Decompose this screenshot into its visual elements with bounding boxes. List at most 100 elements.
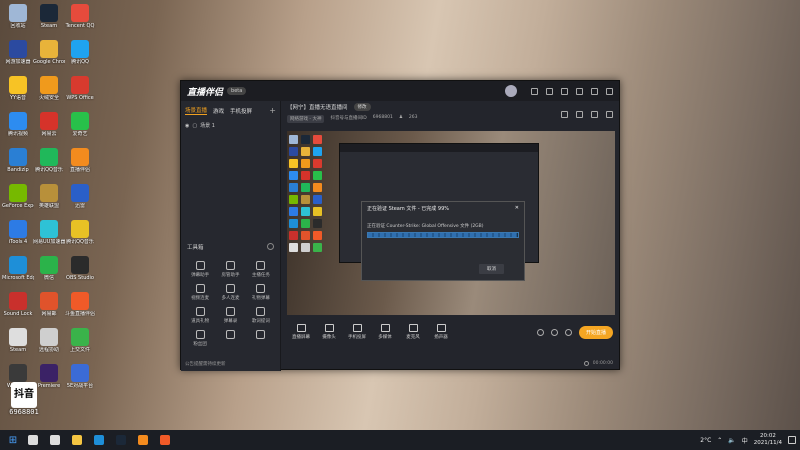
start-menu-icon[interactable]: ⊞ (4, 435, 22, 446)
taskbar-explorer-icon[interactable] (69, 433, 85, 447)
desktop-icon[interactable]: 网游加速器 (2, 40, 34, 65)
toolbox-item[interactable]: 弹幕助手 (185, 261, 215, 278)
notification-icon[interactable] (788, 436, 796, 444)
desktop-icon[interactable]: 腾讯QQ (64, 40, 96, 65)
live-watermark: 抖音 6968801 (4, 382, 44, 416)
edit-room-button[interactable]: 修改 (353, 103, 371, 111)
desktop-icon[interactable]: Google Chrome (33, 40, 65, 65)
desktop-icon[interactable]: iTools 4 (2, 220, 34, 245)
close-icon[interactable]: ✕ (515, 205, 519, 212)
desktop-icon[interactable]: Steam (33, 4, 65, 29)
toolbox-more-icon[interactable] (267, 243, 274, 250)
desktop-icon[interactable]: 英雄联盟 (33, 184, 65, 209)
taskbar-edge-icon[interactable] (91, 433, 107, 447)
desktop-icon[interactable]: WPS Office (64, 76, 96, 101)
desktop-icon[interactable]: Steam (2, 328, 34, 353)
gear-icon[interactable] (564, 328, 572, 336)
desktop-icon[interactable]: 斗鱼直播伴侣 (64, 292, 96, 317)
desktop-icon[interactable]: 微信 (33, 256, 65, 281)
toolbox-item[interactable]: 歌词提词 (246, 307, 276, 324)
speaker-button[interactable]: 扬声器 (427, 324, 455, 340)
desktop-icon[interactable]: 网易邮 (33, 292, 65, 317)
tool-icon (256, 330, 266, 339)
desktop-icon[interactable]: Microsoft Edge (2, 256, 34, 281)
avatar[interactable] (505, 85, 517, 97)
toolbox-item[interactable]: 房管助手 (215, 261, 245, 278)
camera-source-button[interactable]: 摄像头 (315, 324, 343, 340)
toolbox-item[interactable]: 道具礼物 (185, 307, 215, 324)
ime-indicator[interactable]: 中 (742, 436, 748, 445)
toolbox-item[interactable] (246, 330, 276, 347)
stream-preview[interactable]: 正在验证 Steam 文件 - 已完成 99% ✕ 正在验证 Counter-S… (287, 131, 615, 315)
taskbar-search-icon[interactable] (25, 433, 41, 447)
message-icon[interactable] (531, 87, 538, 95)
scene-row[interactable]: ◉ ▢ 场景 1 (181, 120, 280, 131)
pin-icon[interactable] (591, 111, 598, 118)
menu-icon[interactable] (561, 87, 568, 95)
maximize-icon[interactable] (591, 87, 598, 95)
toolbox-item[interactable] (215, 330, 245, 347)
lock-icon[interactable] (576, 111, 583, 118)
toolbox-item[interactable]: 礼物弹幕 (246, 284, 276, 301)
version-badge[interactable]: beta (227, 87, 247, 95)
desktop-icon[interactable]: 网易云 (33, 112, 65, 137)
phone-cast-button[interactable]: 手机投屏 (343, 324, 371, 340)
toolbox-item[interactable]: 多人连麦 (215, 284, 245, 301)
microphone-button[interactable]: 麦克风 (399, 324, 427, 340)
taskbar-steam-icon[interactable] (113, 433, 129, 447)
screen-source-button[interactable]: 直播屏幕 (287, 324, 315, 340)
desktop-icon[interactable]: OBS Studio (64, 256, 96, 281)
tab-phone-cast[interactable]: 手机投屏 (230, 107, 252, 115)
desktop-icon[interactable]: 爱奇艺 (64, 112, 96, 137)
desktop-icon[interactable]: 直播伴侣 (64, 148, 96, 173)
taskbar-live-companion-icon[interactable] (135, 433, 151, 447)
clock[interactable]: 20:02 2021/11/4 (754, 433, 782, 447)
desktop-icon[interactable]: 远程协助 (33, 328, 65, 353)
desktop-icon[interactable]: Tencent QQ (64, 4, 96, 29)
room-category[interactable]: 网络游戏 - 大神 (287, 115, 325, 123)
left-footer[interactable]: 公告提醒需持续更新 (185, 361, 226, 367)
gift-icon[interactable] (561, 111, 568, 118)
cancel-button[interactable]: 取消 (479, 264, 504, 274)
weather[interactable]: 2°C (700, 437, 711, 444)
desktop-icon[interactable]: 腾讯QQ音乐 (64, 220, 96, 245)
taskbar-orange-app-icon[interactable] (157, 433, 173, 447)
toolbox-item[interactable]: 弹幕录 (215, 307, 245, 324)
desktop-icon[interactable]: YY语音 (2, 76, 34, 101)
desktop-icon[interactable]: 上交文件 (64, 328, 96, 353)
chevron-up-icon[interactable]: ⌃ (717, 437, 722, 444)
toolbox-item[interactable]: 粉丝团 (185, 330, 215, 347)
window-controls (505, 85, 613, 97)
taskbar-task-view-icon[interactable] (47, 433, 63, 447)
desktop-icon[interactable]: Sound Lock (2, 292, 34, 317)
start-live-button[interactable]: 开始直播 (578, 325, 613, 339)
toolbox-item[interactable]: 视频连麦 (185, 284, 215, 301)
desktop-icon[interactable]: 网易UU加速器 (33, 220, 65, 245)
desktop-icon[interactable]: 5E对战平台 (64, 364, 96, 389)
eye-icon[interactable] (550, 328, 558, 336)
desktop-icon[interactable]: 迅雷 (64, 184, 96, 209)
tab-game[interactable]: 游戏 (213, 107, 224, 115)
phone-icon (352, 324, 362, 332)
desktop-icon[interactable]: 腾讯视频 (2, 112, 34, 137)
eye-icon[interactable]: ◉ (185, 123, 189, 129)
minimize-icon[interactable] (576, 87, 583, 95)
tool-icon (256, 307, 266, 316)
tab-scene-live[interactable]: 场景直播 (185, 106, 208, 115)
record-icon[interactable] (536, 328, 544, 336)
taskbar: ⊞ 2°C ⌃ 🔈 中 20:02 2021/11/4 (0, 430, 800, 450)
preview-icon (301, 183, 310, 192)
desktop-icon[interactable]: Bandizip (2, 148, 34, 173)
settings-icon[interactable] (546, 87, 553, 95)
desktop-icon[interactable]: GeForce Experience (2, 184, 34, 209)
share-icon[interactable] (606, 111, 613, 118)
lock-icon[interactable]: ▢ (192, 123, 197, 129)
desktop-icon[interactable]: 回收站 (2, 4, 34, 29)
media-source-button[interactable]: 多媒体 (371, 324, 399, 340)
desktop-icon[interactable]: 腾讯QQ音乐 (33, 148, 65, 173)
add-scene-button[interactable]: + (269, 106, 276, 115)
close-icon[interactable] (606, 87, 613, 95)
volume-icon[interactable]: 🔈 (728, 437, 735, 444)
toolbox-item[interactable]: 主播任务 (246, 261, 276, 278)
desktop-icon[interactable]: 火绒安全 (33, 76, 65, 101)
